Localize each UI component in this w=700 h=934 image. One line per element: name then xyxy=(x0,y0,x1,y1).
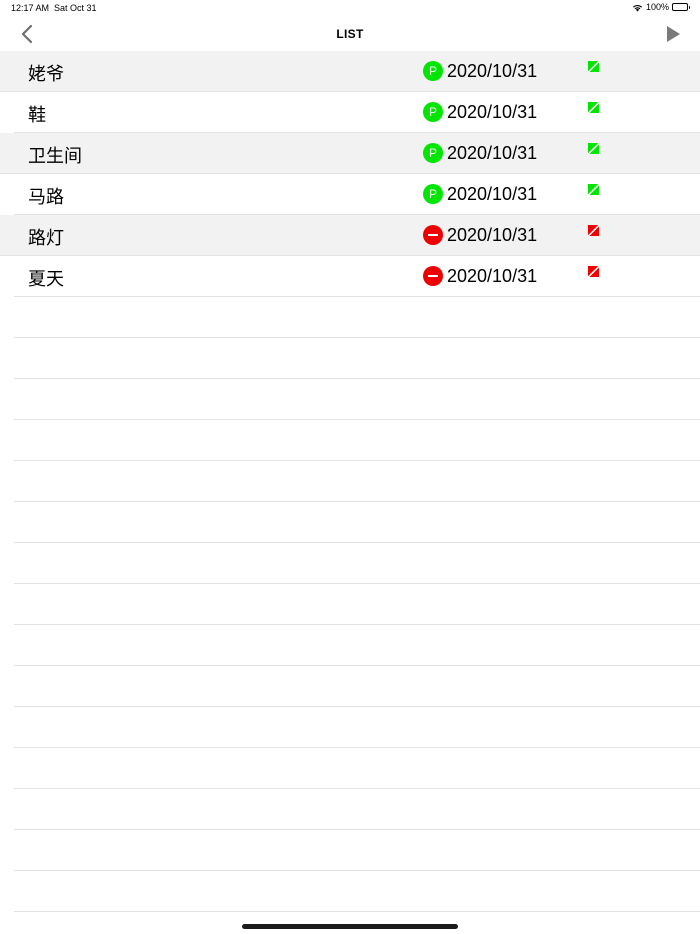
empty-row xyxy=(14,584,700,625)
item-name: 路灯 xyxy=(28,228,64,249)
battery-cap xyxy=(688,6,690,9)
status-time: 12:17 AM xyxy=(11,3,50,13)
empty-row xyxy=(14,666,700,707)
minus-icon xyxy=(428,234,438,236)
empty-row xyxy=(14,420,700,461)
empty-row xyxy=(14,297,700,338)
red-flag-icon xyxy=(587,224,600,237)
item-date: 2020/10/31 xyxy=(447,184,538,204)
list-item[interactable]: 鞋 P 2020/10/31 xyxy=(14,92,700,133)
list-item[interactable]: 姥爷 P 2020/10/31 xyxy=(0,51,700,92)
red-flag-icon xyxy=(587,265,600,278)
app-screen: 12:17 AM Sat Oct 31 100% LIST 姥爷 P 2020/… xyxy=(0,0,700,934)
empty-row xyxy=(14,707,700,748)
empty-row xyxy=(14,830,700,871)
page-title: LIST xyxy=(336,27,364,41)
item-name: 姥爷 xyxy=(28,64,64,85)
status-blocked-icon xyxy=(423,225,443,245)
play-icon xyxy=(664,25,682,43)
status-p-icon: P xyxy=(423,102,443,122)
empty-row xyxy=(14,338,700,379)
green-flag-icon xyxy=(587,142,600,155)
item-list: 姥爷 P 2020/10/31 鞋 P 2020/10/31 卫生间 P 2020/10/31 马… xyxy=(0,51,700,912)
empty-row xyxy=(14,461,700,502)
green-flag-icon xyxy=(587,60,600,73)
green-flag-icon xyxy=(587,101,600,114)
empty-row xyxy=(14,379,700,420)
play-button[interactable] xyxy=(664,25,682,43)
status-p-icon: P xyxy=(423,61,443,81)
item-date: 2020/10/31 xyxy=(447,225,538,245)
list-item[interactable]: 卫生间 P 2020/10/31 xyxy=(0,133,700,174)
wifi-icon xyxy=(632,3,643,12)
item-name: 夏天 xyxy=(28,269,64,290)
list-item[interactable]: 夏天 2020/10/31 xyxy=(14,256,700,297)
battery-percent: 100% xyxy=(645,2,669,12)
empty-row xyxy=(14,748,700,789)
item-name: 卫生间 xyxy=(28,146,82,167)
list-item[interactable]: 马路 P 2020/10/31 xyxy=(14,174,700,215)
status-date: Sat Oct 31 xyxy=(54,3,97,13)
list-item[interactable]: 路灯 2020/10/31 xyxy=(0,215,700,256)
status-p-icon: P xyxy=(423,143,443,163)
nav-bar: LIST xyxy=(0,16,700,52)
home-indicator xyxy=(242,924,458,929)
empty-row xyxy=(14,625,700,666)
minus-icon xyxy=(428,275,438,277)
empty-row xyxy=(14,543,700,584)
battery-icon xyxy=(672,3,690,11)
empty-row xyxy=(14,502,700,543)
empty-row xyxy=(14,789,700,830)
item-date: 2020/10/31 xyxy=(447,266,538,286)
empty-row xyxy=(14,871,700,912)
item-name: 鞋 xyxy=(28,105,46,126)
status-bar: 12:17 AM Sat Oct 31 100% xyxy=(0,0,700,16)
item-date: 2020/10/31 xyxy=(447,102,538,122)
status-p-icon: P xyxy=(423,184,443,204)
status-blocked-icon xyxy=(423,266,443,286)
item-date: 2020/10/31 xyxy=(447,143,538,163)
status-right: 100% xyxy=(632,2,690,12)
green-flag-icon xyxy=(587,183,600,196)
item-name: 马路 xyxy=(28,187,64,208)
item-date: 2020/10/31 xyxy=(447,61,538,81)
